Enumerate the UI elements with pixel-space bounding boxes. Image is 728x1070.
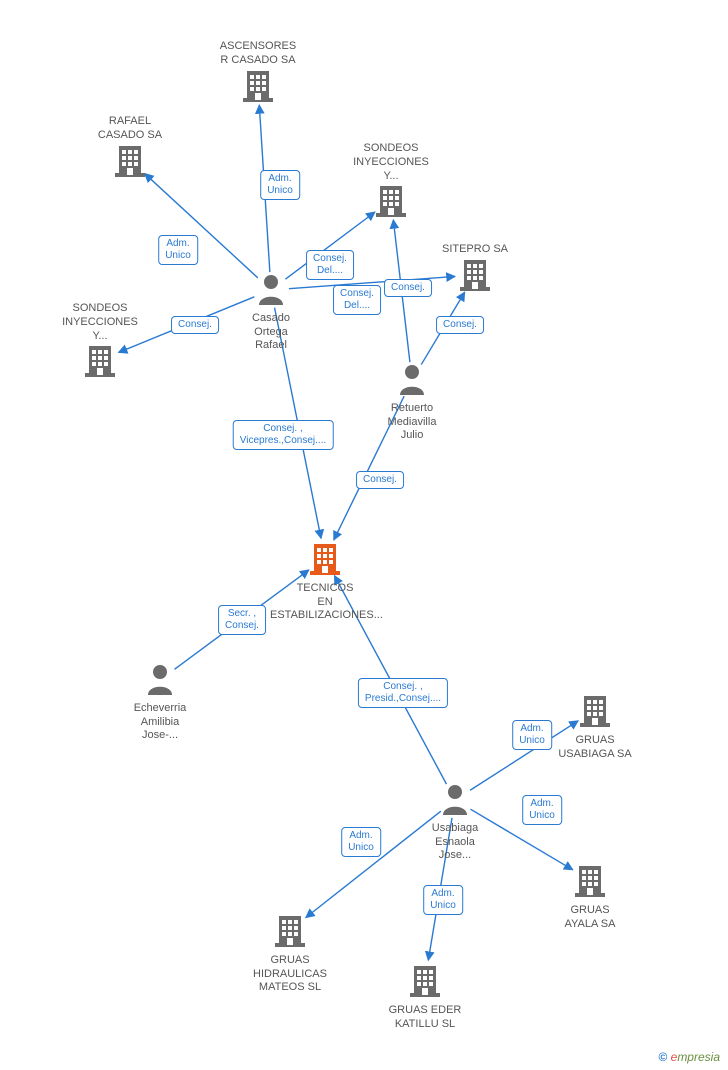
edge-label: Consej. Del....: [306, 250, 354, 280]
edge-label: Adm. Unico: [260, 170, 300, 200]
node-sitepro[interactable]: SITEPRO SA: [420, 241, 530, 296]
building-icon: [458, 282, 492, 294]
edge-label: Consej. , Presid.,Consej....: [358, 678, 448, 708]
edge-label: Consej.: [171, 316, 219, 334]
building-icon: [408, 988, 442, 1000]
building-icon: [113, 168, 147, 180]
node-label: CasadoOrtegaRafael: [216, 312, 326, 353]
copyright-symbol: ©: [658, 1050, 667, 1064]
edge-label: Consej. Del....: [333, 285, 381, 315]
person-icon: [397, 386, 427, 398]
building-icon: [573, 888, 607, 900]
building-icon: [241, 93, 275, 105]
node-label: GRUASUSABIAGA SA: [540, 734, 650, 762]
node-label: SONDEOSINYECCIONESY...: [45, 302, 155, 343]
edge-label: Consej.: [356, 471, 404, 489]
diagram-canvas: TECNICOSENESTABILIZACIONES... ASCENSORESR…: [0, 0, 728, 1070]
node-usabiaga[interactable]: UsabiagaEsnaolaJose...: [400, 783, 510, 863]
node-central[interactable]: TECNICOSENESTABILIZACIONES...: [270, 541, 380, 623]
node-gruas_usab[interactable]: GRUASUSABIAGA SA: [540, 693, 650, 761]
node-casado[interactable]: CasadoOrtegaRafael: [216, 273, 326, 353]
person-icon: [256, 296, 286, 308]
node-retuerto[interactable]: RetuertoMediavillaJulio: [357, 363, 467, 443]
node-label: RetuertoMediavillaJulio: [357, 402, 467, 443]
edge-label: Secr. , Consej.: [218, 605, 266, 635]
node-sondeos_top[interactable]: SONDEOSINYECCIONESY...: [336, 140, 446, 222]
edge-label: Adm. Unico: [341, 827, 381, 857]
node-label: ASCENSORESR CASADO SA: [203, 40, 313, 68]
node-gruas_ayala[interactable]: GRUASAYALA SA: [535, 863, 645, 931]
node-rafael_sa[interactable]: RAFAELCASADO SA: [75, 113, 185, 181]
node-label: GRUASHIDRAULICASMATEOS SL: [235, 954, 345, 995]
edge-label: Adm. Unico: [423, 885, 463, 915]
node-label: SITEPRO SA: [420, 243, 530, 257]
node-gruas_eder[interactable]: GRUAS EDERKATILLU SL: [370, 963, 480, 1031]
edge-label: Consej.: [384, 279, 432, 297]
node-label: RAFAELCASADO SA: [75, 115, 185, 143]
building-icon: [273, 938, 307, 950]
node-label: EcheverriaAmilibiaJose-...: [105, 702, 215, 743]
edge-label: Adm. Unico: [522, 795, 562, 825]
node-label: UsabiagaEsnaolaJose...: [400, 822, 510, 863]
node-sondeos_left[interactable]: SONDEOSINYECCIONESY...: [45, 300, 155, 382]
edge-label: Consej.: [436, 316, 484, 334]
edge-label: Adm. Unico: [512, 720, 552, 750]
node-label: GRUAS EDERKATILLU SL: [370, 1004, 480, 1032]
node-label: GRUASAYALA SA: [535, 904, 645, 932]
brand-rest: mpresia: [677, 1050, 720, 1064]
building-icon: [308, 566, 342, 578]
person-icon: [145, 686, 175, 698]
person-icon: [440, 806, 470, 818]
building-icon: [83, 368, 117, 380]
edge-label: Consej. , Vicepres.,Consej....: [233, 420, 334, 450]
node-gruas_mateos[interactable]: GRUASHIDRAULICASMATEOS SL: [235, 913, 345, 995]
building-icon: [578, 718, 612, 730]
edge-label: Adm. Unico: [158, 235, 198, 265]
node-label: SONDEOSINYECCIONESY...: [336, 142, 446, 183]
building-icon: [374, 208, 408, 220]
node-echeverria[interactable]: EcheverriaAmilibiaJose-...: [105, 663, 215, 743]
footer-copyright: © empresia: [658, 1050, 720, 1064]
node-ascensores[interactable]: ASCENSORESR CASADO SA: [203, 38, 313, 106]
node-label: TECNICOSENESTABILIZACIONES...: [270, 582, 380, 623]
